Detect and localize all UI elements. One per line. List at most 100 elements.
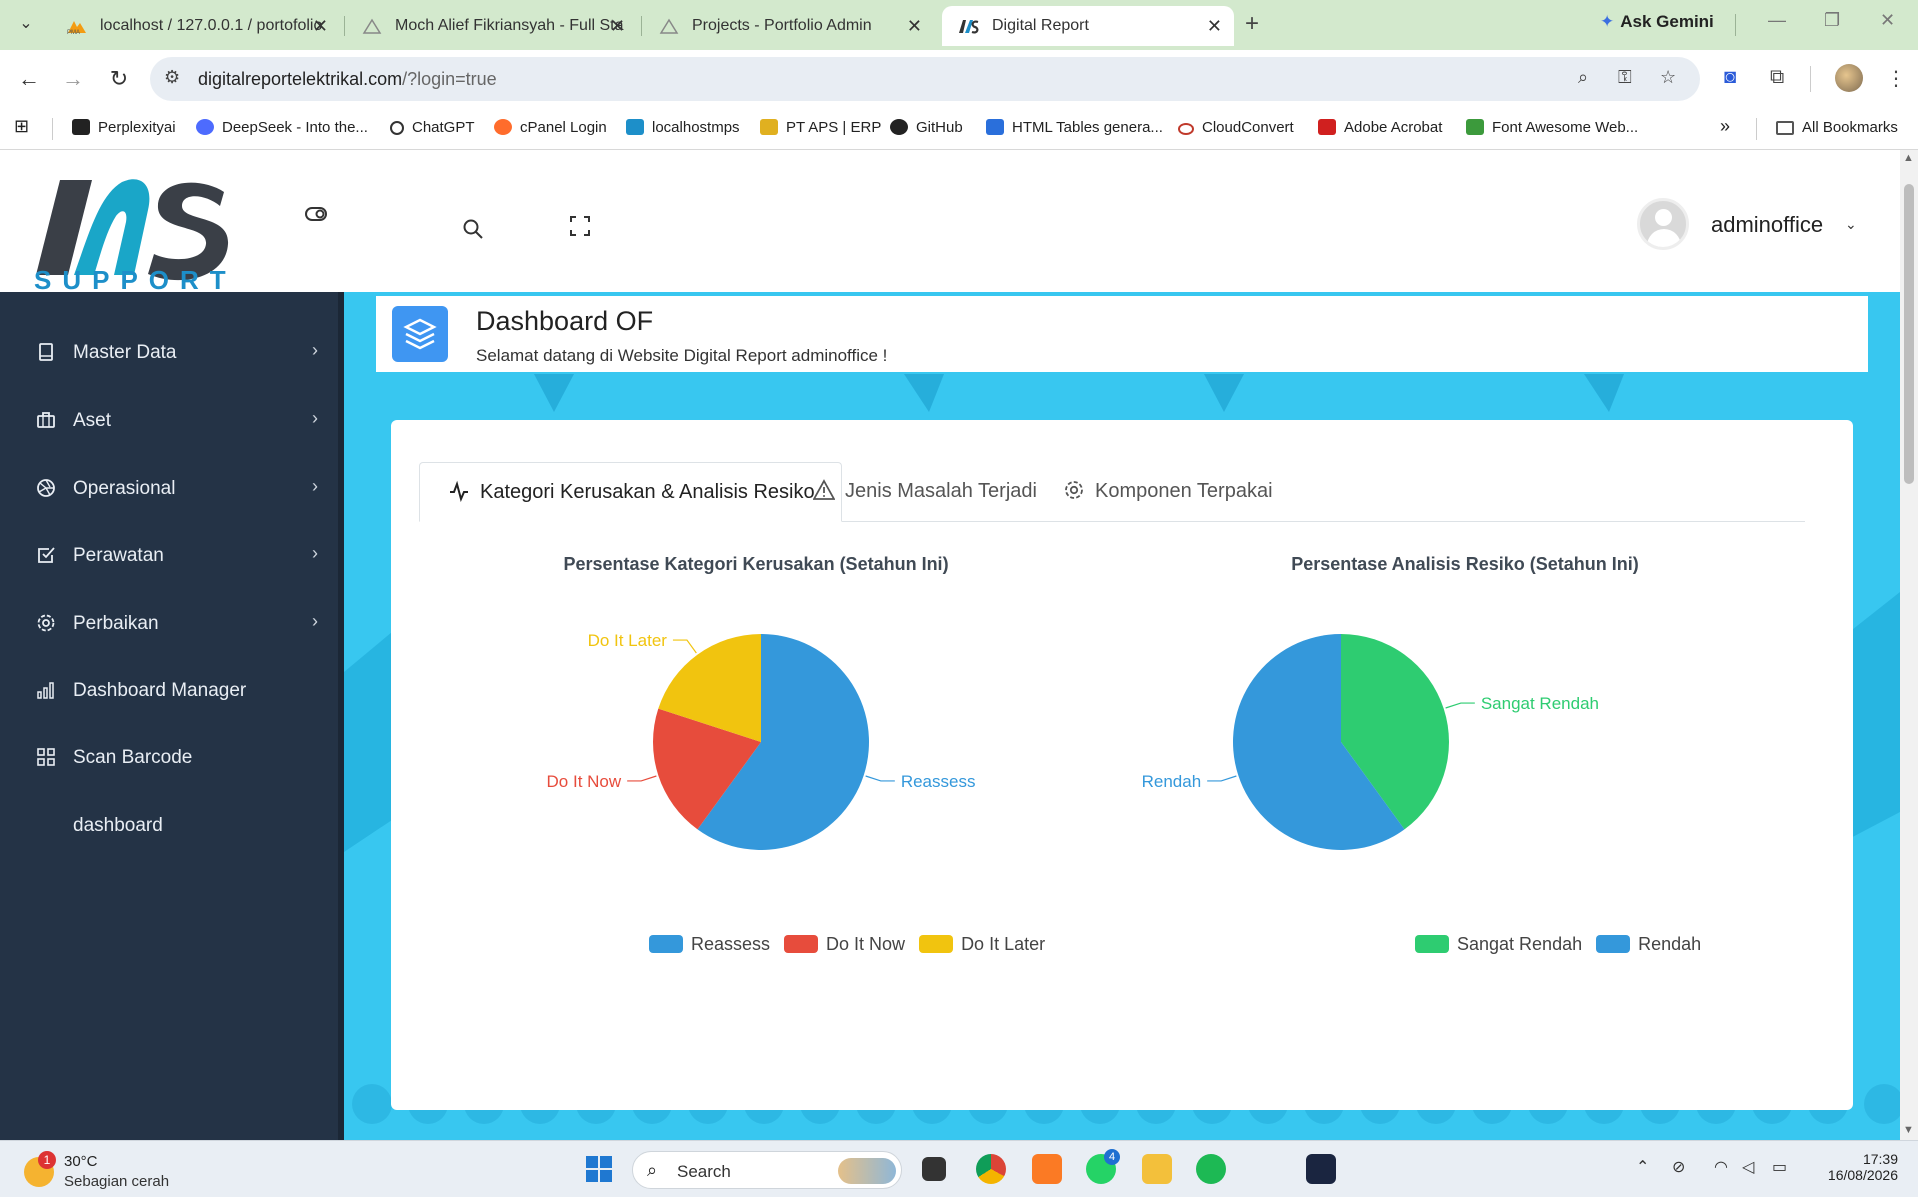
legend-item-do-it-later[interactable]: Do It Later: [919, 934, 1045, 955]
sidebar-item-scan-barcode[interactable]: Scan Barcode: [0, 733, 338, 785]
gear-icon: [37, 614, 55, 632]
sidebar-item-label: Perawatan: [73, 545, 164, 566]
sync-off-icon[interactable]: ⊘: [1672, 1157, 1685, 1177]
bookmark-adobe-acrobat[interactable]: Adobe Acrobat: [1318, 119, 1442, 136]
forward-button[interactable]: →: [58, 64, 88, 94]
taskbar-search[interactable]: ⌕ Search: [632, 1151, 902, 1189]
cloudconvert-icon: [1178, 123, 1194, 135]
sidebar-item-perbaikan[interactable]: Perbaikan ›: [0, 599, 338, 651]
sidebar-item-perawatan[interactable]: Perawatan ›: [0, 531, 338, 583]
weather-temp: 30°C: [64, 1153, 98, 1170]
username[interactable]: adminoffice: [1711, 212, 1823, 238]
sidebar-item-aset[interactable]: Aset ›: [0, 396, 338, 448]
legend-item-reassess[interactable]: Reassess: [649, 934, 770, 955]
spotify-icon[interactable]: [1196, 1154, 1226, 1184]
key-icon[interactable]: ⚿: [1618, 67, 1632, 88]
browser-tab-projects[interactable]: Projects - Portfolio Admin ✕: [642, 6, 934, 46]
search-icon: ⌕: [647, 1160, 658, 1180]
system-clock[interactable]: 17:39 16/08/2026: [1808, 1151, 1898, 1183]
legend-label: Rendah: [1638, 934, 1702, 954]
scroll-thumb[interactable]: [1904, 184, 1914, 484]
legend-item-rendah[interactable]: Rendah: [1596, 934, 1701, 955]
volume-icon[interactable]: ◁: [1742, 1157, 1754, 1177]
layers-icon: [392, 306, 448, 362]
tab-search-chevron-icon[interactable]: ⌄: [14, 12, 38, 36]
new-tab-button[interactable]: +: [1245, 10, 1259, 38]
bookmark-font-awesome[interactable]: Font Awesome Web...: [1466, 119, 1638, 136]
close-tab-icon[interactable]: ✕: [610, 6, 625, 46]
close-window-button[interactable]: ✕: [1880, 10, 1895, 31]
legend-swatch: [1415, 935, 1449, 953]
legend-item-do-it-now[interactable]: Do It Now: [784, 934, 905, 955]
battery-icon[interactable]: ▭: [1772, 1157, 1787, 1177]
wifi-icon[interactable]: ◠: [1714, 1157, 1728, 1177]
bookmark-label: DeepSeek - Into the...: [222, 119, 368, 136]
grid-icon: [37, 748, 55, 766]
scroll-up-icon[interactable]: ▲: [1903, 152, 1914, 164]
svg-text:PMA: PMA: [67, 30, 80, 35]
sidebar-item-dashboard-manager[interactable]: Dashboard Manager: [0, 666, 338, 718]
close-tab-icon[interactable]: ✕: [907, 6, 922, 46]
bookmark-cpanel[interactable]: cPanel Login: [494, 119, 607, 136]
xampp-icon[interactable]: [1032, 1154, 1062, 1184]
site-info-icon[interactable]: ⚙: [164, 67, 180, 88]
bookmark-cloudconvert[interactable]: CloudConvert: [1178, 119, 1294, 136]
toggle-sidebar-icon[interactable]: [304, 202, 328, 226]
scroll-down-icon[interactable]: ▼: [1903, 1124, 1914, 1136]
sidebar-item-label: Dashboard Manager: [73, 680, 247, 701]
more-bookmarks-icon[interactable]: »: [1720, 116, 1730, 137]
screen-capture-icon[interactable]: ◙: [1724, 66, 1736, 89]
bookmark-perplexity[interactable]: Perplexityai: [72, 119, 176, 136]
divider: [52, 118, 53, 140]
restore-button[interactable]: ❐: [1824, 10, 1840, 31]
ask-gemini-button[interactable]: ✦ Ask Gemini: [1600, 12, 1714, 32]
zoom-icon[interactable]: ⌕: [1578, 67, 1588, 88]
pie-charts: Reassess Do It Now Do It Later Sangat Renda…: [547, 631, 1599, 850]
page-scrollbar[interactable]: ▲ ▼: [1900, 150, 1918, 1140]
bookmark-localhostmps[interactable]: localhostmps: [626, 119, 740, 136]
sidebar-item-dashboard[interactable]: dashboard: [0, 801, 338, 853]
app-icon[interactable]: [1306, 1154, 1336, 1184]
pie-leader-line: [672, 639, 697, 654]
bookmark-html-tables[interactable]: HTML Tables genera...: [986, 119, 1163, 136]
search-icon[interactable]: [462, 218, 484, 240]
file-explorer-icon[interactable]: [1142, 1154, 1172, 1184]
chevron-down-icon[interactable]: ⌄: [1845, 216, 1857, 233]
url-text[interactable]: digitalreportelektrikal.com/?login=true: [198, 69, 497, 90]
bookmark-deepseek[interactable]: DeepSeek - Into the...: [196, 119, 368, 136]
bookmark-pt-aps[interactable]: PT APS | ERP: [760, 119, 881, 136]
chrome-icon[interactable]: [976, 1154, 1006, 1184]
bookmark-star-icon[interactable]: ☆: [1660, 67, 1676, 88]
back-button[interactable]: ←: [14, 64, 44, 94]
windows-start-icon[interactable]: [585, 1155, 613, 1183]
browser-tab-phpmyadmin[interactable]: PMA localhost / 127.0.0.1 / portofolio ✕: [50, 6, 340, 46]
minimize-button[interactable]: —: [1768, 10, 1786, 31]
legend-item-sangat-rendah[interactable]: Sangat Rendah: [1415, 934, 1582, 955]
extensions-icon[interactable]: ⧉: [1770, 66, 1784, 89]
show-hidden-icons-chevron-icon[interactable]: ⌃: [1636, 1157, 1649, 1177]
browser-tab-digital-report[interactable]: Digital Report ✕: [942, 6, 1234, 46]
apps-grid-icon[interactable]: ⊞: [14, 116, 29, 137]
portfolio-icon: [659, 18, 679, 34]
address-bar[interactable]: ⚙ digitalreportelektrikal.com/?login=tru…: [150, 57, 1700, 101]
sidebar-item-label: dashboard: [73, 815, 163, 836]
all-bookmarks-button[interactable]: All Bookmarks: [1776, 119, 1898, 136]
sidebar-item-master-data[interactable]: Master Data ›: [0, 328, 338, 380]
bookmark-github[interactable]: GitHub: [890, 119, 963, 136]
profile-avatar-icon[interactable]: [1835, 64, 1863, 92]
close-tab-icon[interactable]: ✕: [1207, 6, 1222, 46]
task-view-icon[interactable]: [922, 1157, 946, 1181]
bookmark-chatgpt[interactable]: ChatGPT: [390, 119, 475, 136]
legend-swatch: [919, 935, 954, 953]
user-avatar[interactable]: [1637, 198, 1689, 250]
cpanel-icon: [494, 119, 512, 135]
sidebar-item-operasional[interactable]: Operasional ›: [0, 464, 338, 516]
browser-tab-portfolio[interactable]: Moch Alief Fikriansyah - Full Sta ✕: [345, 6, 637, 46]
sidebar-item-label: Aset: [73, 410, 112, 431]
close-tab-icon[interactable]: ✕: [313, 6, 328, 46]
legend-label: Sangat Rendah: [1457, 934, 1583, 954]
more-menu-icon[interactable]: ⋮: [1886, 66, 1906, 91]
reload-button[interactable]: ↻: [104, 64, 134, 94]
fullscreen-icon[interactable]: [568, 214, 592, 238]
bookmark-label: cPanel Login: [520, 119, 607, 136]
